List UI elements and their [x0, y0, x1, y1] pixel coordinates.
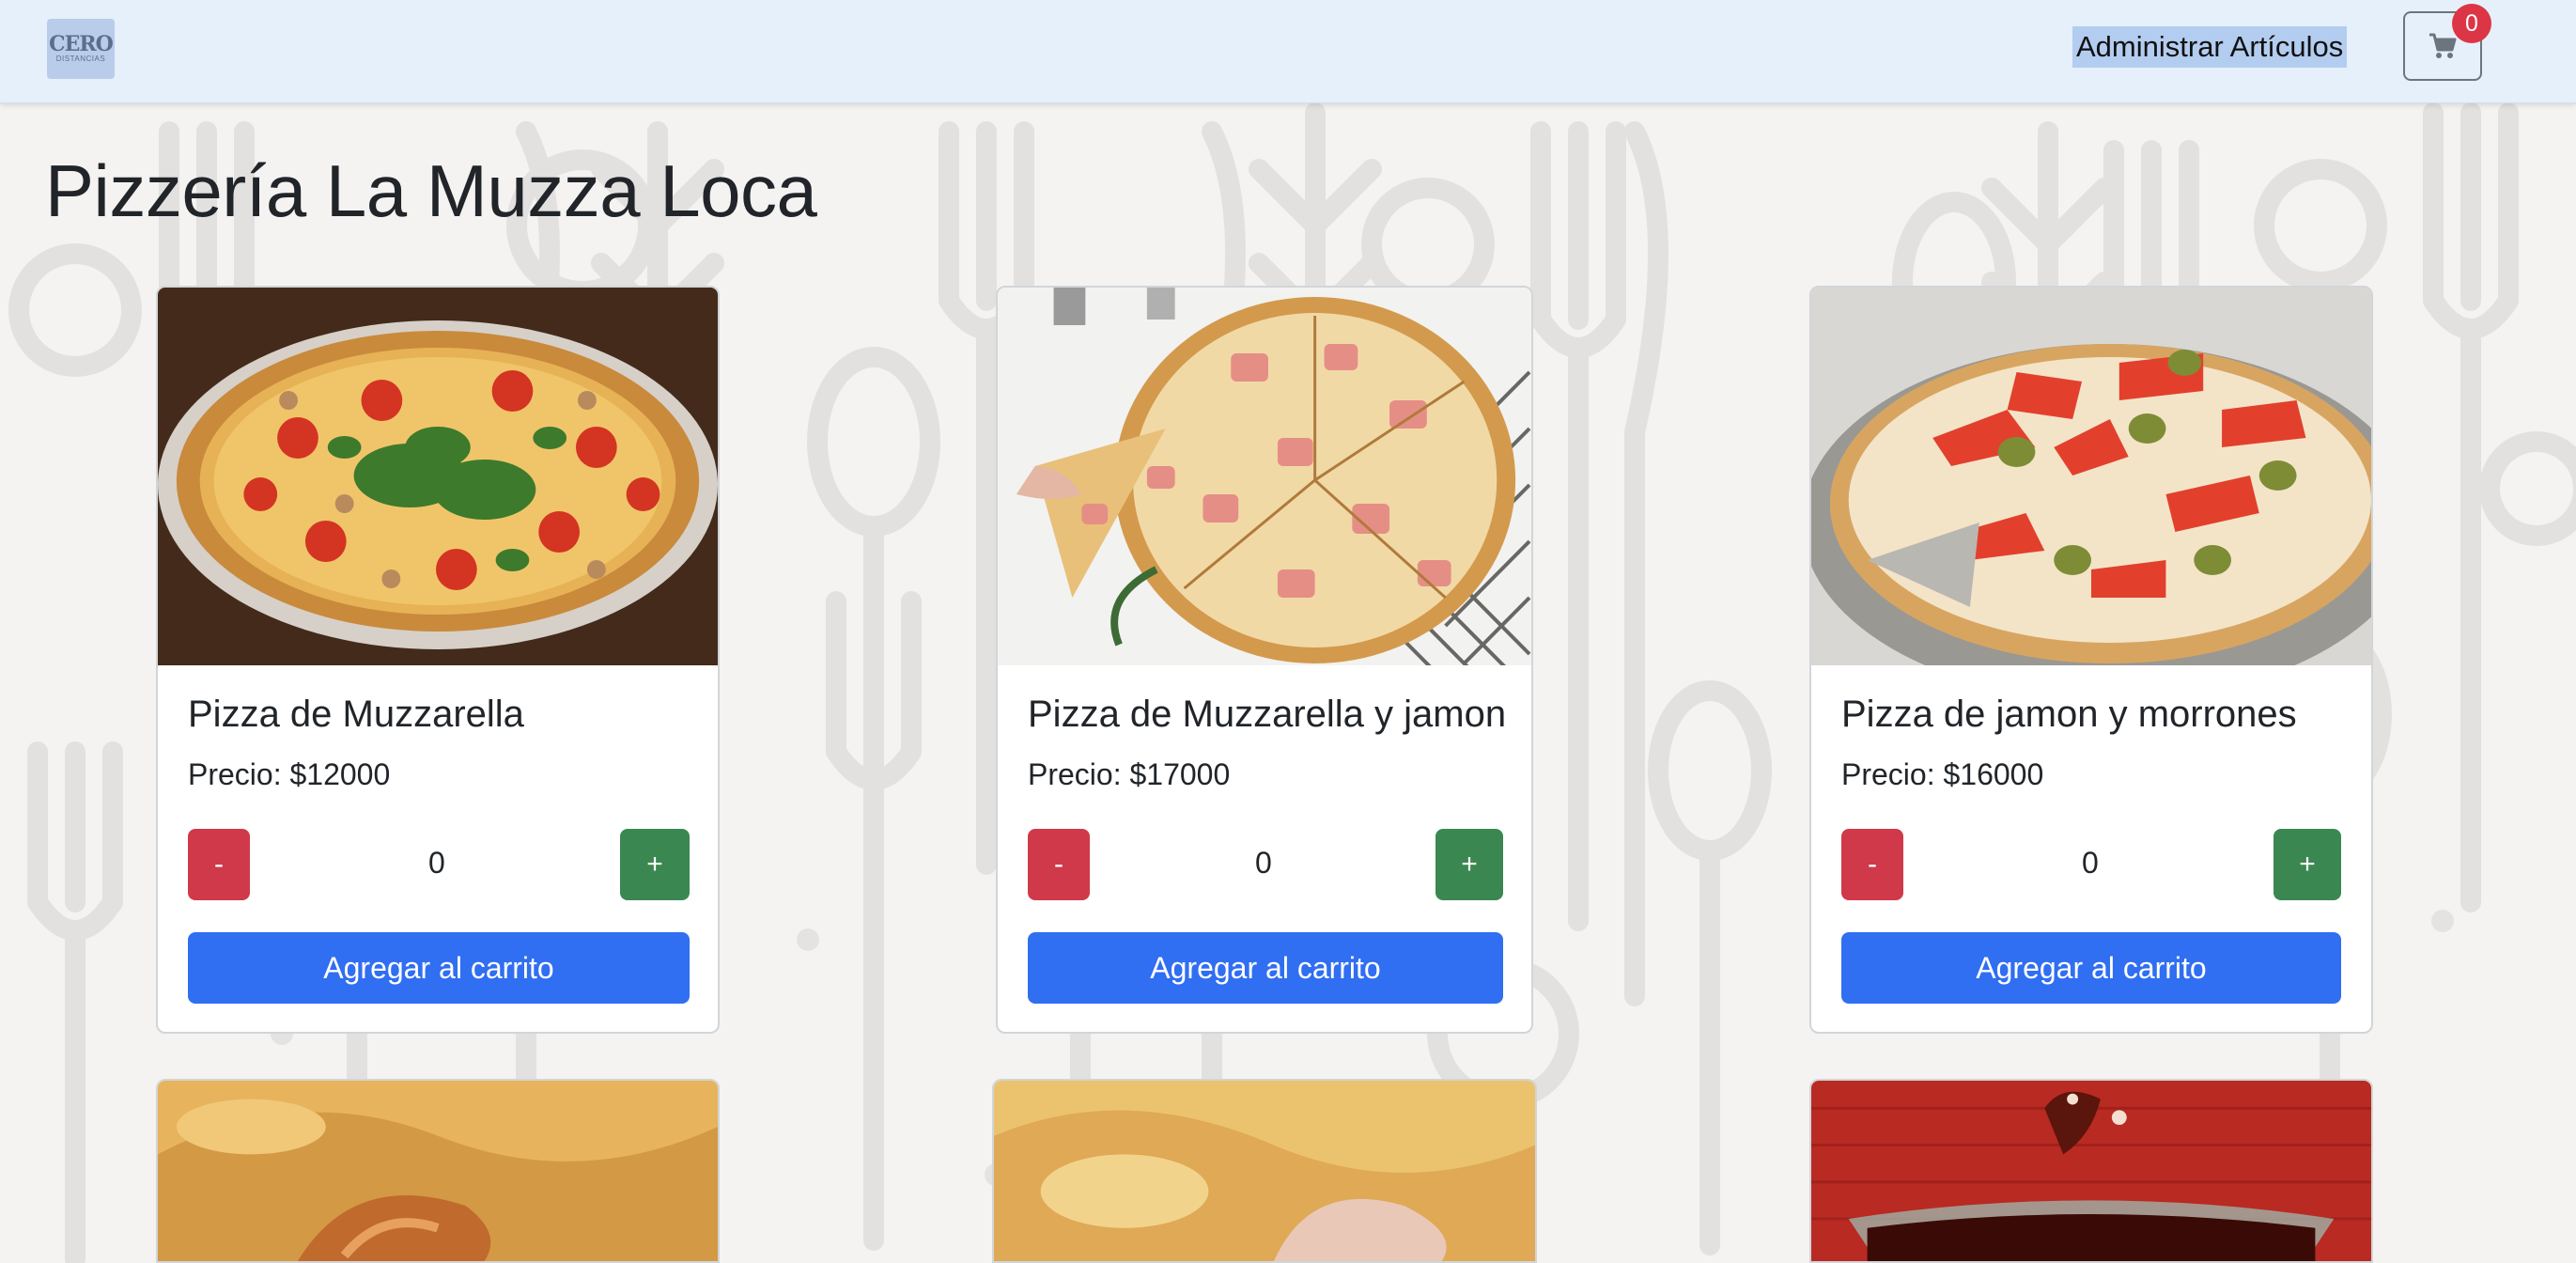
product-card: Pizza de jamon y morrones Precio: $16000… — [1809, 286, 2373, 1034]
decrease-quantity-button[interactable]: - — [188, 829, 250, 900]
page-title: Pizzería La Muzza Loca — [45, 149, 817, 232]
increase-quantity-button[interactable]: + — [620, 829, 690, 900]
product-image — [994, 1081, 1535, 1261]
increase-quantity-button[interactable]: + — [1435, 829, 1503, 900]
add-to-cart-button[interactable]: Agregar al carrito — [1841, 932, 2341, 1004]
product-image — [158, 288, 718, 665]
top-navbar: CERO DISTANCIAS Administrar Artículos 0 — [0, 0, 2576, 103]
add-to-cart-button[interactable]: Agregar al carrito — [1028, 932, 1503, 1004]
product-name: Pizza de Muzzarella y jamon — [1028, 694, 1507, 735]
add-to-cart-button[interactable]: Agregar al carrito — [188, 932, 690, 1004]
product-image — [158, 1081, 718, 1261]
product-price: Precio: $17000 — [1028, 757, 1231, 791]
increase-quantity-button[interactable]: + — [2273, 829, 2341, 900]
product-name: Pizza de Muzzarella — [188, 694, 524, 735]
decrease-quantity-button[interactable]: - — [1841, 829, 1903, 900]
product-name: Pizza de jamon y morrones — [1841, 694, 2297, 735]
product-price: Precio: $16000 — [1841, 757, 2044, 791]
cart-count-badge: 0 — [2452, 4, 2491, 43]
product-card — [992, 1079, 1537, 1263]
product-image — [998, 288, 1531, 665]
product-image — [1811, 1081, 2371, 1261]
quantity-value: 0 — [2082, 846, 2099, 880]
logo[interactable]: CERO DISTANCIAS — [47, 19, 115, 79]
logo-subtext: DISTANCIAS — [55, 55, 106, 63]
quantity-value: 0 — [1255, 846, 1272, 880]
product-card — [1809, 1079, 2373, 1263]
product-card — [156, 1079, 720, 1263]
product-card: Pizza de Muzzarella Precio: $12000 - 0 +… — [156, 286, 720, 1034]
logo-text: CERO — [49, 32, 114, 56]
decrease-quantity-button[interactable]: - — [1028, 829, 1090, 900]
quantity-value: 0 — [428, 846, 445, 880]
product-card: Pizza de Muzzarella y jamon Precio: $170… — [996, 286, 1533, 1034]
product-price: Precio: $12000 — [188, 757, 391, 791]
cart-icon — [2429, 33, 2457, 58]
admin-articles-link[interactable]: Administrar Artículos — [2072, 26, 2348, 68]
product-image — [1811, 288, 2371, 665]
